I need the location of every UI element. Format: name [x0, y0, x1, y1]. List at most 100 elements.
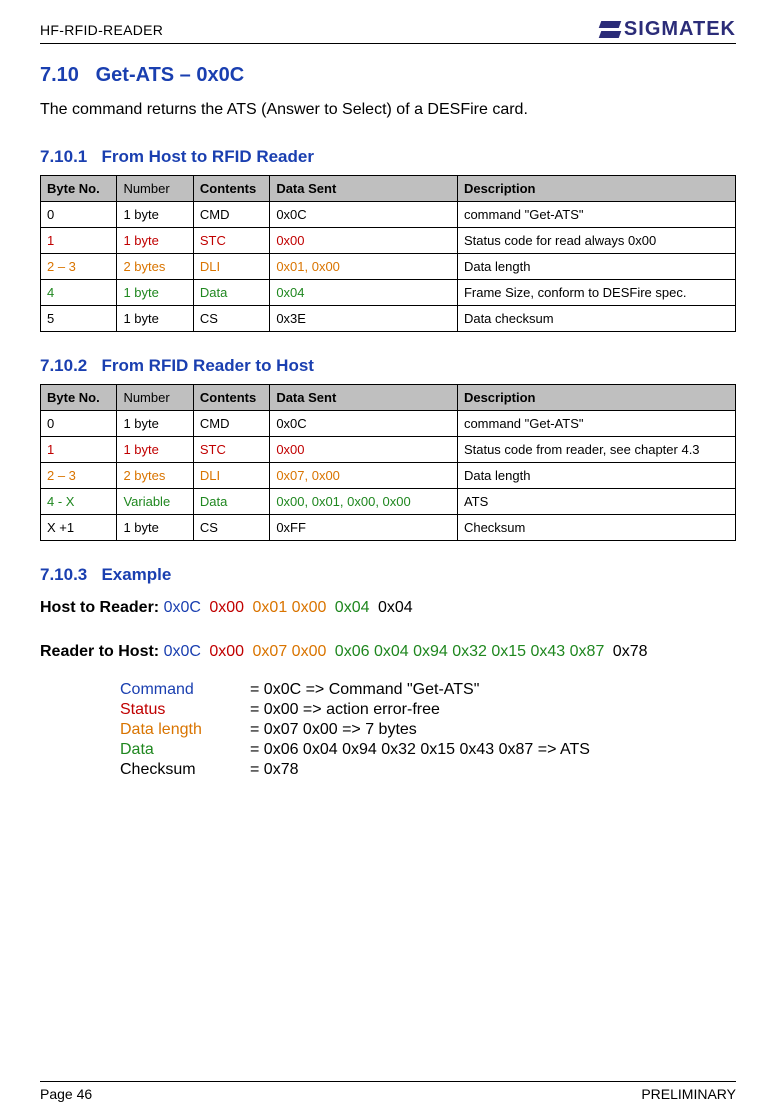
- cell-cont: CS: [193, 515, 269, 541]
- cell-byte: 0: [41, 202, 117, 228]
- cell-sent: 0x00: [270, 228, 458, 254]
- reader-to-host-label: Reader to Host:: [40, 643, 159, 660]
- logo-mark-icon: [600, 20, 620, 40]
- breakdown-value: = 0x06 0x04 0x94 0x32 0x15 0x43 0x87 => …: [250, 741, 590, 759]
- breakdown-value: = 0x78: [250, 761, 298, 779]
- th-contents: Contents: [193, 385, 269, 411]
- brand-name: SIGMATEK: [624, 18, 736, 41]
- table-row: 51 byteCS0x3EData checksum: [41, 306, 736, 332]
- breakdown-row: Checksum= 0x78: [120, 761, 736, 779]
- cell-sent: 0x00: [270, 437, 458, 463]
- example-reader-to-host: Reader to Host: 0x0C 0x00 0x07 0x00 0x06…: [40, 643, 736, 661]
- cell-cont: STC: [193, 228, 269, 254]
- th-number: Number: [117, 385, 193, 411]
- cell-desc: Data length: [457, 463, 735, 489]
- cell-desc: ATS: [457, 489, 735, 515]
- cell-sent: 0x04: [270, 280, 458, 306]
- breakdown-label: Data: [120, 741, 250, 759]
- cell-num: Variable: [117, 489, 193, 515]
- subsection-1-title: From Host to RFID Reader: [101, 147, 314, 166]
- cell-desc: command "Get-ATS": [457, 202, 735, 228]
- cell-num: 2 bytes: [117, 254, 193, 280]
- cell-byte: 5: [41, 306, 117, 332]
- cell-byte: 1: [41, 228, 117, 254]
- cell-byte: 1: [41, 437, 117, 463]
- table-row: 01 byteCMD0x0Ccommand "Get-ATS": [41, 411, 736, 437]
- breakdown-row: Data length= 0x07 0x00 => 7 bytes: [120, 721, 736, 739]
- subsection-3-number: 7.10.3: [40, 565, 87, 584]
- th-number: Number: [117, 176, 193, 202]
- cell-sent: 0xFF: [270, 515, 458, 541]
- cell-desc: Checksum: [457, 515, 735, 541]
- section-title: Get-ATS – 0x0C: [96, 64, 245, 86]
- cell-desc: Data checksum: [457, 306, 735, 332]
- cell-sent: 0x0C: [270, 202, 458, 228]
- cell-num: 1 byte: [117, 515, 193, 541]
- table-row: X +11 byteCS0xFFChecksum: [41, 515, 736, 541]
- breakdown-row: Command= 0x0C => Command "Get-ATS": [120, 681, 736, 699]
- brand-logo: SIGMATEK: [600, 18, 736, 41]
- cell-sent: 0x01, 0x00: [270, 254, 458, 280]
- breakdown-value: = 0x07 0x00 => 7 bytes: [250, 721, 417, 739]
- doc-id: HF-RFID-READER: [40, 22, 163, 38]
- host-to-reader-label: Host to Reader:: [40, 599, 159, 616]
- footer-status: PRELIMINARY: [641, 1086, 736, 1102]
- subsection-1-heading: 7.10.1 From Host to RFID Reader: [40, 147, 736, 167]
- cell-desc: Data length: [457, 254, 735, 280]
- table-reader-to-host: Byte No. Number Contents Data Sent Descr…: [40, 384, 736, 541]
- cell-num: 1 byte: [117, 411, 193, 437]
- breakdown-label: Command: [120, 681, 250, 699]
- breakdown-label: Checksum: [120, 761, 250, 779]
- cell-sent: 0x07, 0x00: [270, 463, 458, 489]
- subsection-3-heading: 7.10.3 Example: [40, 565, 736, 585]
- section-number: 7.10: [40, 64, 79, 86]
- cell-cont: CS: [193, 306, 269, 332]
- byte-segment: 0x07 0x00: [248, 643, 326, 660]
- breakdown-value: = 0x0C => Command "Get-ATS": [250, 681, 479, 699]
- example-breakdown: Command= 0x0C => Command "Get-ATS"Status…: [120, 681, 736, 781]
- th-data-sent: Data Sent: [270, 176, 458, 202]
- table-row: 11 byteSTC0x00Status code from reader, s…: [41, 437, 736, 463]
- cell-desc: Status code for read always 0x00: [457, 228, 735, 254]
- breakdown-row: Data= 0x06 0x04 0x94 0x32 0x15 0x43 0x87…: [120, 741, 736, 759]
- table-row: 11 byteSTC0x00Status code for read alway…: [41, 228, 736, 254]
- cell-cont: CMD: [193, 411, 269, 437]
- th-data-sent: Data Sent: [270, 385, 458, 411]
- cell-num: 2 bytes: [117, 463, 193, 489]
- byte-segment: 0x00: [205, 599, 244, 616]
- cell-num: 1 byte: [117, 280, 193, 306]
- table-row: 2 – 32 bytesDLI0x01, 0x00Data length: [41, 254, 736, 280]
- cell-cont: Data: [193, 280, 269, 306]
- page-footer: Page 46 PRELIMINARY: [40, 1081, 736, 1102]
- byte-segment: 0x04: [330, 599, 369, 616]
- th-description: Description: [457, 385, 735, 411]
- cell-num: 1 byte: [117, 306, 193, 332]
- table-header-row: Byte No. Number Contents Data Sent Descr…: [41, 176, 736, 202]
- table-host-to-reader: Byte No. Number Contents Data Sent Descr…: [40, 175, 736, 332]
- section-intro: The command returns the ATS (Answer to S…: [40, 101, 736, 119]
- cell-sent: 0x0C: [270, 411, 458, 437]
- byte-segment: 0x00: [205, 643, 244, 660]
- table-row: 4 - XVariableData0x00, 0x01, 0x00, 0x00A…: [41, 489, 736, 515]
- breakdown-label: Data length: [120, 721, 250, 739]
- cell-desc: command "Get-ATS": [457, 411, 735, 437]
- cell-num: 1 byte: [117, 437, 193, 463]
- cell-sent: 0x3E: [270, 306, 458, 332]
- example-host-to-reader: Host to Reader: 0x0C 0x00 0x01 0x00 0x04…: [40, 599, 736, 617]
- subsection-3-title: Example: [101, 565, 171, 584]
- cell-num: 1 byte: [117, 228, 193, 254]
- cell-cont: Data: [193, 489, 269, 515]
- breakdown-value: = 0x00 => action error-free: [250, 701, 440, 719]
- th-description: Description: [457, 176, 735, 202]
- byte-segment: 0x78: [608, 643, 647, 660]
- page-header: HF-RFID-READER SIGMATEK: [40, 18, 736, 44]
- subsection-2-number: 7.10.2: [40, 356, 87, 375]
- cell-cont: CMD: [193, 202, 269, 228]
- breakdown-label: Status: [120, 701, 250, 719]
- section-heading: 7.10 Get-ATS – 0x0C: [40, 64, 736, 87]
- cell-byte: 2 – 3: [41, 463, 117, 489]
- subsection-2-title: From RFID Reader to Host: [101, 356, 314, 375]
- byte-segment: 0x01 0x00: [248, 599, 326, 616]
- cell-num: 1 byte: [117, 202, 193, 228]
- cell-byte: X +1: [41, 515, 117, 541]
